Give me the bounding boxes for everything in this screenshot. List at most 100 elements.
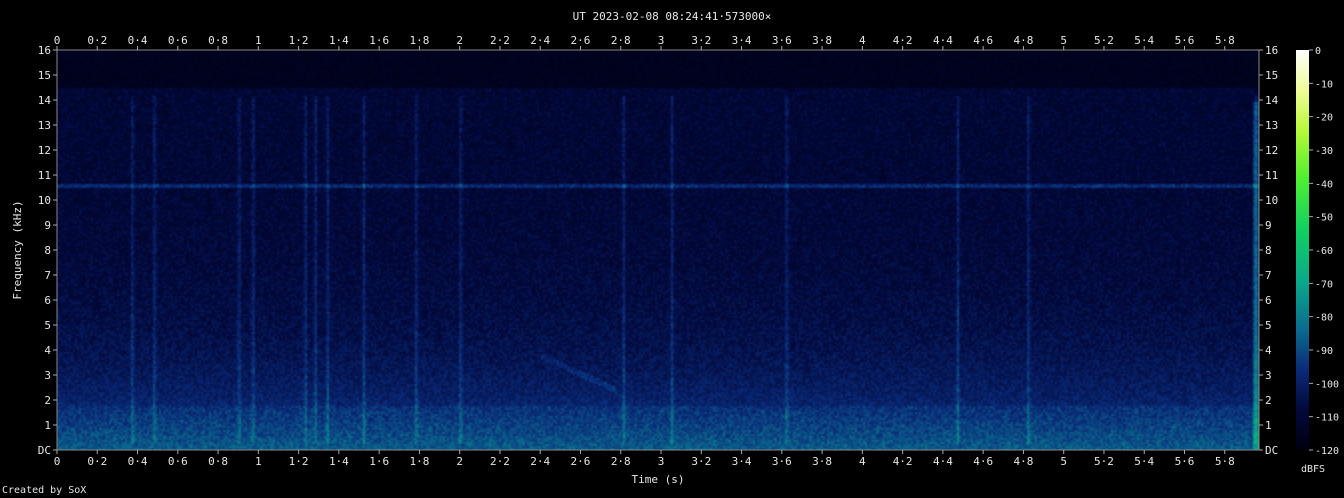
x-tick-label-bottom: 5·4 [1134, 455, 1154, 468]
x-tick-label-bottom: 2·4 [530, 455, 550, 468]
x-ticks-bottom: 0 0·2 0·4 0·6 0·8 1 1·2 1·4 1·6 1·8 2 2·2 2·4 2·6 2·8 3… [54, 450, 1235, 468]
x-tick-label-bottom: 5·2 [1094, 455, 1114, 468]
y-tick-label-right: DC [1265, 444, 1278, 457]
x-tick-label-top: 0 [54, 34, 61, 47]
x-tick-label-top: 5·2 [1094, 34, 1114, 47]
x-tick-label-bottom: 1·4 [329, 455, 349, 468]
x-tick-label-bottom: 1 [255, 455, 262, 468]
x-tick-label-bottom: 0·4 [128, 455, 148, 468]
x-tick-label-top: 2·8 [611, 34, 631, 47]
x-tick-label-bottom: 1·8 [409, 455, 429, 468]
x-tick-label-top: 5·8 [1215, 34, 1235, 47]
x-tick-label-bottom: 4·8 [1013, 455, 1033, 468]
colorbar-tick-label: -40 [1315, 179, 1333, 190]
x-tick-label-bottom: 5 [1060, 455, 1067, 468]
y-tick-label-left: 10 [38, 194, 51, 207]
x-tick-label-bottom: 0·8 [208, 455, 228, 468]
colorbar-tick-label: -50 [1315, 213, 1333, 224]
colorbar-tick-label: -120 [1315, 446, 1339, 457]
y-tick-label-left: 11 [38, 169, 51, 182]
colorbar-tick-label: -60 [1315, 246, 1333, 257]
x-tick-label-bottom: 2·8 [611, 455, 631, 468]
y-tick-label-left: 9 [44, 219, 51, 232]
footer-credit: Created by SoX [2, 485, 87, 496]
x-tick-label-top: 3·6 [772, 34, 792, 47]
x-tick-label-bottom: 5·8 [1215, 455, 1235, 468]
x-tick-label-top: 4·2 [893, 34, 913, 47]
x-tick-label-top: 1·8 [409, 34, 429, 47]
x-tick-label-top: 3·2 [691, 34, 711, 47]
colorbar-tick-label: 0 [1315, 46, 1321, 57]
x-tick-label-top: 2·6 [571, 34, 591, 47]
y-tick-label-left: 16 [38, 44, 51, 57]
x-tick-label-bottom: 2·2 [490, 455, 510, 468]
y-tick-label-right: 8 [1265, 244, 1272, 257]
x-tick-label-top: 2·4 [530, 34, 550, 47]
x-tick-label-top: 2·2 [490, 34, 510, 47]
x-tick-label-bottom: 1·2 [289, 455, 309, 468]
colorbar-label: dBFS [1301, 464, 1325, 475]
x-tick-label-top: 4·4 [933, 34, 953, 47]
x-tick-label-top: 5 [1060, 34, 1067, 47]
x-tick-label-bottom: 3·6 [772, 455, 792, 468]
y-tick-label-right: 13 [1265, 119, 1278, 132]
x-tick-label-bottom: 0 [54, 455, 61, 468]
x-tick-label-top: 2 [456, 34, 463, 47]
colorbar-tick-label: -100 [1315, 379, 1339, 390]
colorbar-tick-label: -10 [1315, 79, 1333, 90]
y-ticks-left: DC12345678910111213141516 [38, 44, 57, 457]
y-axis-label: Frequency (kHz) [11, 200, 24, 299]
x-ticks-top: 0 0·2 0·4 0·6 0·8 1 1·2 1·4 1·6 1·8 2 2·2 2·4 2·6 2·8 3… [54, 34, 1235, 50]
y-tick-label-right: 10 [1265, 194, 1278, 207]
x-tick-label-bottom: 0·2 [87, 455, 107, 468]
x-tick-label-bottom: 0·6 [168, 455, 188, 468]
y-tick-label-right: 4 [1265, 344, 1272, 357]
x-tick-label-top: 3·8 [812, 34, 832, 47]
y-tick-label-right: 6 [1265, 294, 1272, 307]
colorbar-gradient [1296, 50, 1309, 450]
y-tick-label-right: 5 [1265, 319, 1272, 332]
x-tick-label-top: 4·8 [1013, 34, 1033, 47]
x-tick-label-top: 3 [658, 34, 665, 47]
y-tick-label-left: 4 [44, 344, 51, 357]
y-tick-label-right: 11 [1265, 169, 1278, 182]
x-tick-label-bottom: 2·6 [571, 455, 591, 468]
x-tick-label-top: 1·4 [329, 34, 349, 47]
x-tick-label-top: 0·2 [87, 34, 107, 47]
y-tick-label-right: 12 [1265, 144, 1278, 157]
x-tick-label-top: 0·4 [128, 34, 148, 47]
colorbar-tick-label: -90 [1315, 346, 1333, 357]
x-tick-label-bottom: 3·2 [691, 455, 711, 468]
x-tick-label-bottom: 4 [859, 455, 866, 468]
y-tick-label-right: 9 [1265, 219, 1272, 232]
x-tick-label-bottom: 4·2 [893, 455, 913, 468]
colorbar-tick-label: -30 [1315, 146, 1333, 157]
y-tick-label-right: 16 [1265, 44, 1278, 57]
colorbar-tick-label: -70 [1315, 279, 1333, 290]
y-ticks-right: DC12345678910111213141516 [1259, 44, 1279, 457]
x-tick-label-bottom: 5·6 [1175, 455, 1195, 468]
spectrogram-chart: UT 2023-02-08 08:24:41·573000× 0 0·2 0·4 0·… [11, 10, 1339, 486]
x-tick-label-top: 1·2 [289, 34, 309, 47]
x-tick-label-top: 1·6 [369, 34, 389, 47]
x-tick-label-top: 4·6 [973, 34, 993, 47]
y-tick-label-left: 7 [44, 269, 51, 282]
y-tick-label-right: 14 [1265, 94, 1279, 107]
x-tick-label-bottom: 3 [658, 455, 665, 468]
x-tick-label-bottom: 3·4 [732, 455, 752, 468]
y-tick-label-left: DC [38, 444, 51, 457]
x-tick-label-bottom: 4·6 [973, 455, 993, 468]
x-tick-label-bottom: 3·8 [812, 455, 832, 468]
chart-title: UT 2023-02-08 08:24:41·573000× [573, 10, 772, 23]
y-tick-label-left: 6 [44, 294, 51, 307]
x-tick-label-top: 1 [255, 34, 262, 47]
y-tick-label-right: 7 [1265, 269, 1272, 282]
x-tick-label-top: 3·4 [732, 34, 752, 47]
y-tick-label-left: 14 [38, 94, 52, 107]
x-axis-label: Time (s) [632, 473, 685, 486]
y-tick-label-left: 5 [44, 319, 51, 332]
spectrogram-image [57, 50, 1259, 450]
colorbar: 0 -10 -20 -30 -40 -50 -60 -70 -80 -90 -100 -110 -120… [1296, 46, 1339, 475]
y-tick-label-left: 2 [44, 394, 51, 407]
y-tick-label-right: 2 [1265, 394, 1272, 407]
